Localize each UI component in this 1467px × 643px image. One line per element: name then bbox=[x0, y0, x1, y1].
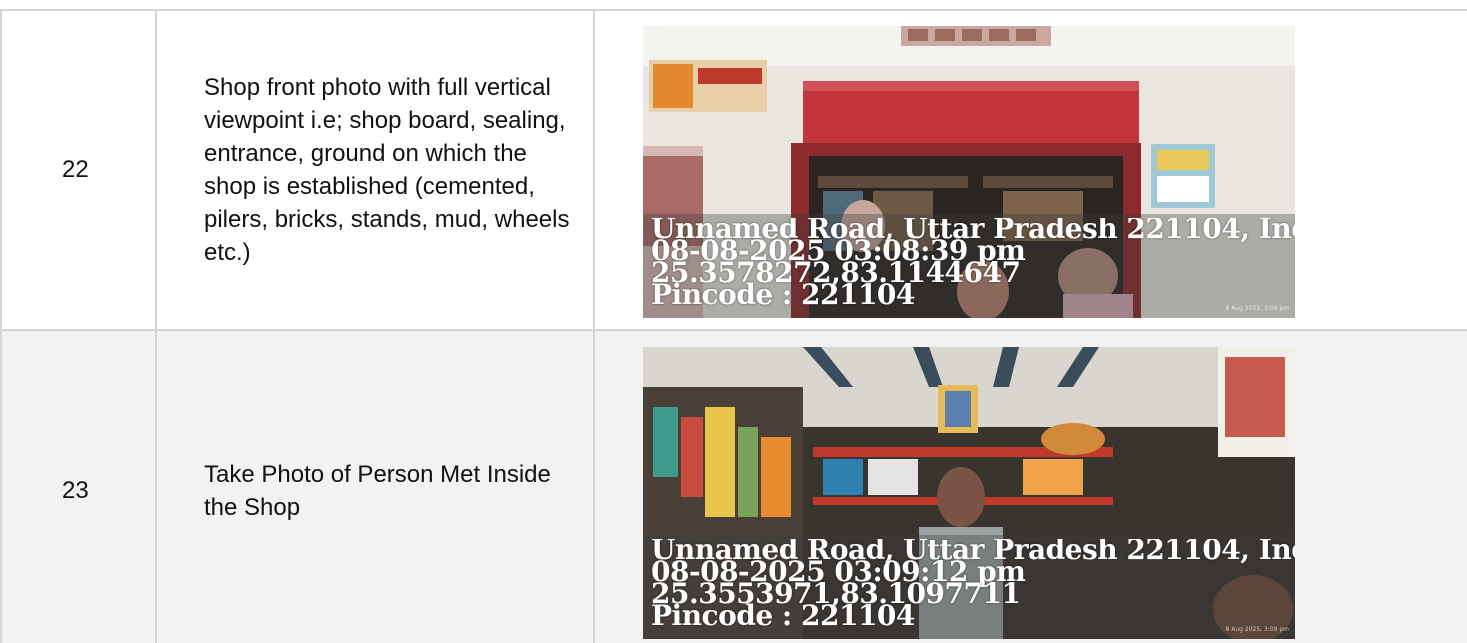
table-row: 23 Take Photo of Person Met Inside the S… bbox=[0, 329, 1467, 643]
row-number: 23 bbox=[62, 477, 89, 504]
row-number: 22 bbox=[62, 156, 89, 183]
report-sheet: 22 Shop front photo with full vertical v… bbox=[0, 0, 1467, 643]
row-number-cell: 23 bbox=[0, 329, 157, 643]
description-cell: Take Photo of Person Met Inside the Shop bbox=[155, 329, 595, 643]
person-inside-shop-photo[interactable]: Unnamed Road, Uttar Pradesh 221104, Indi… bbox=[643, 347, 1295, 639]
photo-cell: Unnamed Road, Uttar Pradesh 221104, Indi… bbox=[593, 329, 1467, 643]
description-cell: Shop front photo with full vertical view… bbox=[155, 9, 595, 331]
row-description: Shop front photo with full vertical view… bbox=[204, 74, 570, 266]
photo-cell: Unnamed Road, Uttar Pradesh 221104, Indi… bbox=[593, 9, 1467, 331]
geo-stamp: Unnamed Road, Uttar Pradesh 221104, Indi… bbox=[651, 218, 1295, 318]
geo-stamp: Unnamed Road, Uttar Pradesh 221104, Indi… bbox=[651, 539, 1295, 639]
camera-timestamp: 8 Aug 2025, 3:09 pm bbox=[1225, 626, 1289, 633]
inspection-table: 22 Shop front photo with full vertical v… bbox=[0, 9, 1467, 643]
table-row: 22 Shop front photo with full vertical v… bbox=[0, 9, 1467, 331]
row-description: Take Photo of Person Met Inside the Shop bbox=[204, 461, 551, 521]
camera-timestamp: 8 Aug 2025, 3:08 pm bbox=[1225, 305, 1289, 312]
row-number-cell: 22 bbox=[0, 9, 157, 331]
shop-front-photo[interactable]: Unnamed Road, Uttar Pradesh 221104, Indi… bbox=[643, 26, 1295, 318]
